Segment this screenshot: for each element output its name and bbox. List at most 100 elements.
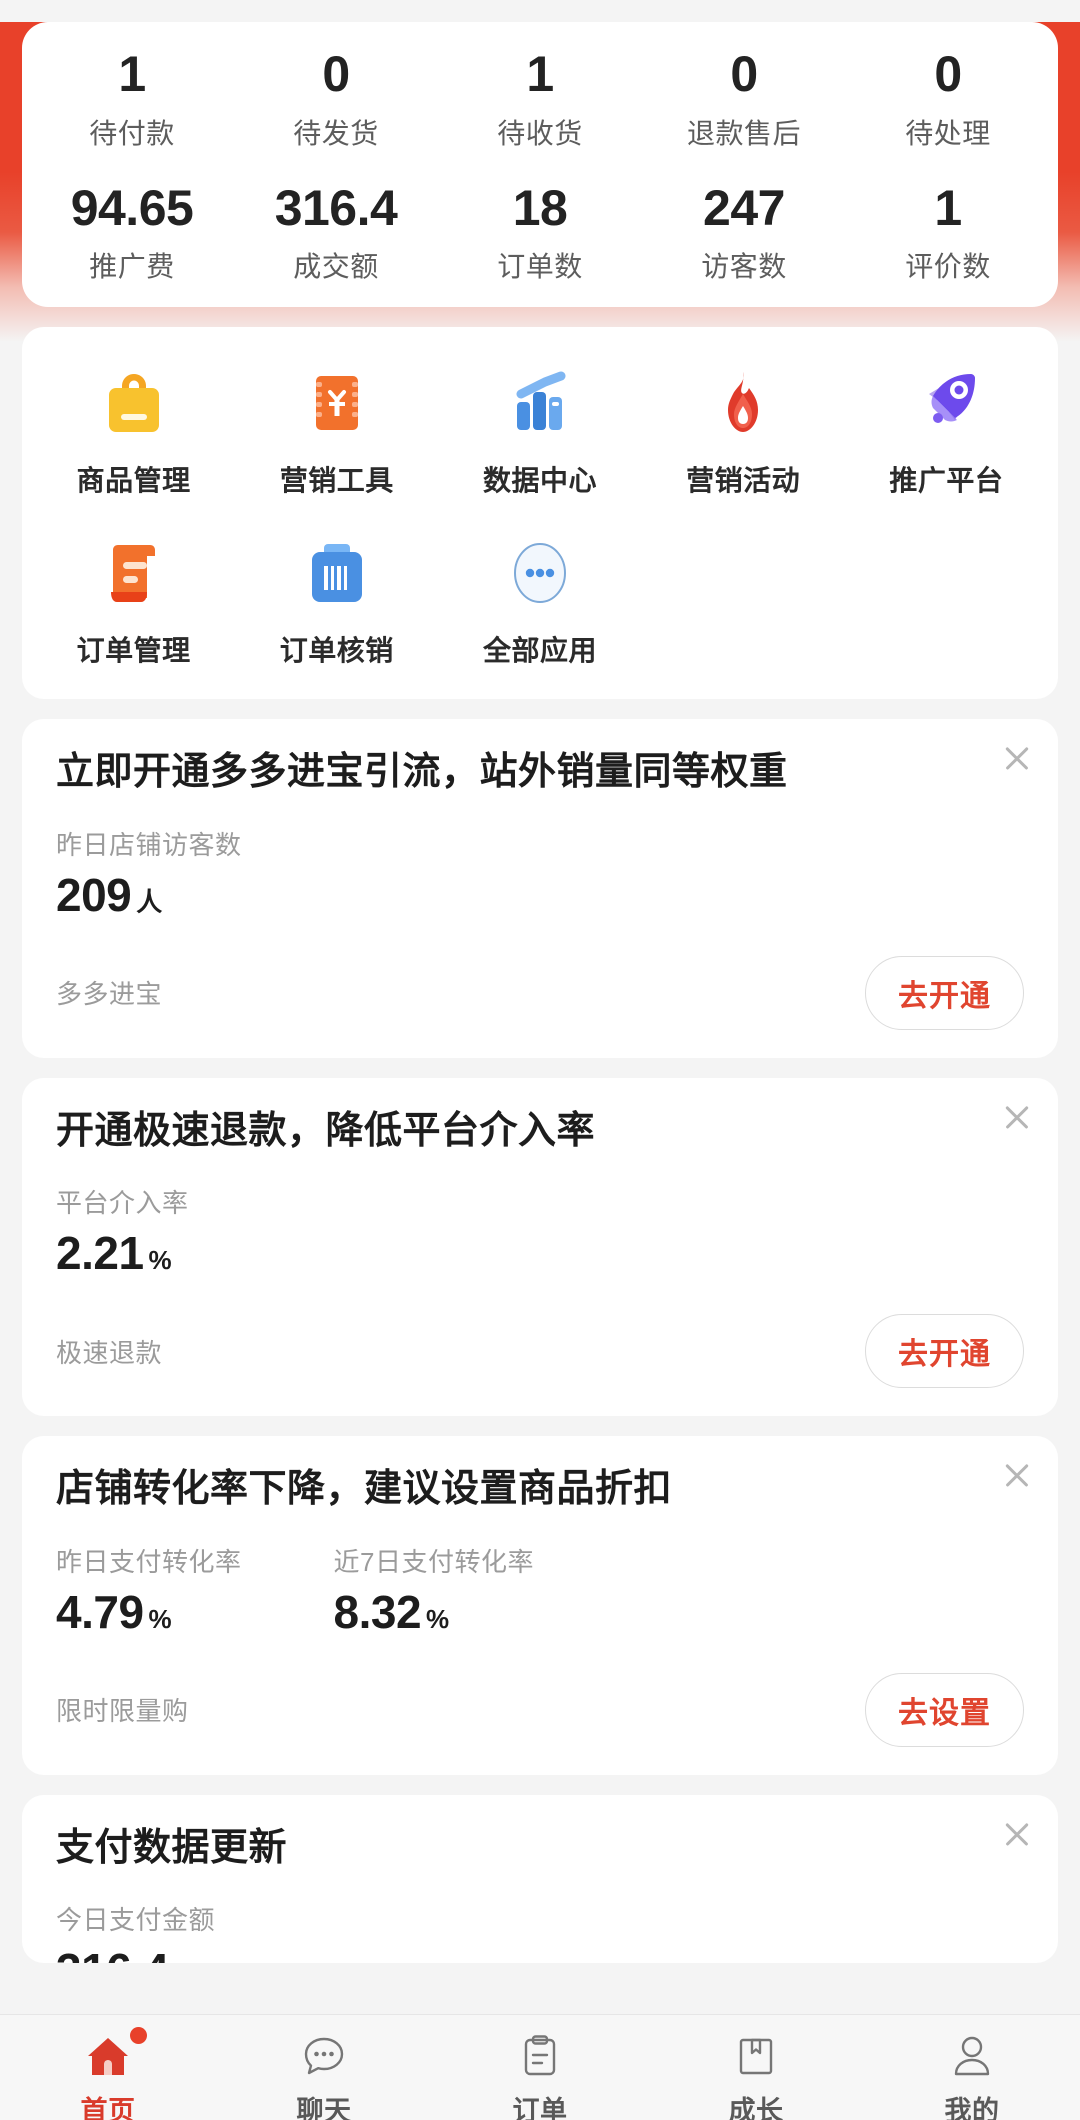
stat-cell-gmv[interactable]: 316.4 成交额 [234,179,438,286]
promo-card-payment-update: 支付数据更新 今日支付金额 316.4 元 [22,1794,1058,1963]
metric-number: 4.79 [56,1585,144,1638]
stat-label: 待发货 [293,117,379,149]
promo-action-button[interactable]: 去开通 [865,955,1024,1030]
app-item-marketing-tools[interactable]: 营销工具 [235,355,438,499]
app-cell-empty [642,525,845,669]
metric-label: 近7日支付转化率 [333,1546,534,1577]
promo-title: 立即开通多多进宝引流，站外销量同等权重 [56,751,788,793]
stat-cell-promo-fee[interactable]: 94.65 推广费 [30,181,234,286]
metric-unit: 元 [174,1957,200,1963]
app-item-all-apps[interactable]: 全部应用 [438,525,641,669]
stat-value: 0 [934,46,962,102]
stat-cell-pending-handle[interactable]: 0 待处理 [846,48,1050,152]
nav-label: 订单 [512,2096,568,2120]
stat-cell-review-count[interactable]: 1 评价数 [846,181,1050,286]
stat-cell-pending-receipt[interactable]: 1 待收货 [438,48,642,152]
apps-row-2: 订单管理 订单核销 全部应用 [32,525,1048,669]
metric-value: 4.79 % [56,1585,242,1639]
metric: 昨日支付转化率 4.79 % [56,1542,242,1639]
promo-metrics: 平台介入率 2.21 % [56,1183,1024,1280]
metric-label: 今日支付金额 [56,1905,216,1935]
promo-card-duoduojinbao: 立即开通多多进宝引流，站外销量同等权重 昨日店铺访客数 209 人 多多进宝 去… [22,719,1058,1058]
promo-action-button[interactable]: 去设置 [865,1672,1024,1747]
metric-unit: % [426,1603,449,1634]
stat-value: 0 [322,46,350,102]
stat-value: 0 [730,46,758,102]
metric-number: 8.32 [333,1585,422,1638]
metric-number: 209 [56,868,132,921]
metric-label: 昨日支付转化率 [56,1546,242,1577]
app-item-marketing-campaign[interactable]: 营销活动 [642,355,845,499]
app-label: 商品管理 [76,465,191,496]
person-icon [947,2029,997,2083]
shopping-bag-icon [32,355,235,451]
nav-item-home[interactable]: 首页 [0,2015,216,2120]
promo-metrics: 今日支付金额 316.4 元 [56,1900,1024,1963]
promo-footer: 多多进宝 去开通 [56,955,1024,1030]
clipboard-icon [515,2029,565,2083]
close-icon[interactable] [1000,741,1034,775]
promo-source: 多多进宝 [56,979,163,1009]
box-icon [731,2029,781,2083]
metric-unit: % [148,1245,172,1275]
metric: 今日支付金额 316.4 元 [56,1900,215,1963]
apps-row-1: 商品管理 营销工具 数据中心 营销活动 推广平台 [32,355,1048,499]
promo-card-conversion-discount: 店铺转化率下降，建议设置商品折扣 昨日支付转化率 4.79 % 近7日支付转化率… [22,1436,1058,1775]
app-cell-empty [845,525,1048,669]
notification-badge-dot [130,2027,147,2044]
stats-card: 1 待付款 0 待发货 1 待收货 0 退款售后 0 待处理 94.65 推广费… [22,22,1058,307]
app-item-promotion-platform[interactable]: 推广平台 [845,355,1048,499]
metric-unit: 人 [136,886,162,917]
nav-item-profile[interactable]: 我的 [864,2015,1080,2120]
promo-metrics: 昨日支付转化率 4.79 % 近7日支付转化率 8.32 % [56,1542,1024,1639]
nav-label: 聊天 [296,2096,352,2120]
nav-item-growth[interactable]: 成长 [648,2015,864,2120]
nav-item-chat[interactable]: 聊天 [216,2015,432,2120]
home-icon [83,2027,147,2083]
stat-cell-pending-payment[interactable]: 1 待付款 [30,48,234,152]
metric-label: 昨日店铺访客数 [56,829,242,860]
stat-label: 待付款 [89,117,175,149]
promo-title: 支付数据更新 [56,1826,288,1869]
stat-cell-pending-shipment[interactable]: 0 待发货 [234,48,438,152]
chat-bubble-icon [299,2029,349,2083]
promo-source: 极速退款 [56,1337,163,1368]
stat-cell-order-count[interactable]: 18 订单数 [438,179,642,286]
scroll-icon [32,525,235,621]
metric-number: 316.4 [56,1943,169,1963]
business-metrics-row: 94.65 推广费 316.4 成交额 18 订单数 247 访客数 1 评价数 [30,179,1050,286]
stat-label: 退款售后 [686,117,801,149]
metric: 昨日店铺访客数 209 人 [56,825,242,922]
stat-label: 访客数 [701,251,787,282]
more-dots-icon [438,525,641,621]
stat-value: 18 [512,179,568,236]
app-item-order-verification[interactable]: 订单核销 [235,525,438,669]
app-item-data-center[interactable]: 数据中心 [438,355,641,499]
stat-label: 待处理 [905,117,991,149]
nav-label: 成长 [728,2096,784,2120]
app-label: 推广平台 [889,465,1004,496]
metric-value: 8.32 % [334,1585,534,1639]
promo-card-fast-refund: 开通极速退款，降低平台介入率 平台介入率 2.21 % 极速退款 去开通 [22,1077,1058,1416]
close-icon[interactable] [1000,1817,1034,1851]
stat-cell-visitor-count[interactable]: 247 访客数 [642,179,846,286]
close-icon[interactable] [1000,1458,1034,1492]
app-item-product-management[interactable]: 商品管理 [32,355,235,499]
promo-title: 店铺转化率下降，建议设置商品折扣 [56,1468,673,1510]
coupon-icon [235,355,438,451]
nav-item-orders[interactable]: 订单 [432,2015,648,2120]
flame-icon [642,355,845,451]
stat-value: 247 [703,179,785,236]
bottom-navigation-bar: 首页 聊天 订单 成长 我的 [0,2014,1080,2120]
stat-cell-refund-aftersale[interactable]: 0 退款售后 [642,48,846,152]
close-icon[interactable] [1000,1100,1034,1134]
promo-metrics: 昨日店铺访客数 209 人 [56,825,1024,922]
nav-label: 我的 [944,2096,1000,2120]
promo-action-button[interactable]: 去开通 [865,1314,1024,1388]
metric-value: 2.21 % [56,1226,189,1280]
promo-footer: 限时限量购 去设置 [56,1672,1024,1747]
stat-value: 316.4 [274,179,398,236]
app-item-order-management[interactable]: 订单管理 [32,525,235,669]
rocket-icon [845,355,1048,451]
apps-grid-card: 商品管理 营销工具 数据中心 营销活动 推广平台 订单管理 订单核销 全部应用 [22,327,1058,699]
